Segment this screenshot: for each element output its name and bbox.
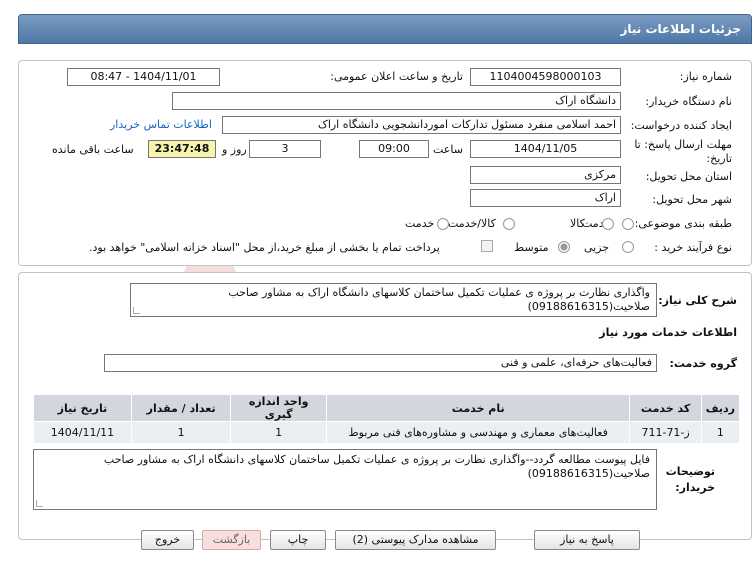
city-field: اراک xyxy=(470,189,621,207)
column-header-service-code: کد خدمت xyxy=(629,394,702,422)
cell-service-name: فعالیت‌های معماری و مهندسی و مشاوره‌های … xyxy=(325,421,631,444)
days-label: روز و xyxy=(222,143,247,156)
cell-service-code: ز-71-711 xyxy=(629,421,702,444)
process-option-medium: متوسط xyxy=(514,241,549,254)
cell-quantity: 1 xyxy=(130,421,232,444)
buyer-notes-label-2: خریدار: xyxy=(675,481,715,494)
cell-need-date: 1404/11/11 xyxy=(33,421,132,444)
table-header-row: ردیف کد خدمت نام خدمت واحد اندازه گیری ت… xyxy=(33,394,741,422)
category-label: طبقه بندی موضوعی: xyxy=(634,217,732,230)
category-radio-service-selected[interactable] xyxy=(437,218,449,230)
deadline-label: مهلت ارسال پاسخ: تا xyxy=(634,138,732,151)
column-header-row-number: ردیف xyxy=(700,394,741,422)
deadline-date-field: 1404/11/05 xyxy=(470,140,621,158)
column-header-service-name: نام خدمت xyxy=(325,394,631,422)
cell-unit: 1 xyxy=(230,421,327,444)
buyer-notes-text: فایل پیوست مطالعه گردد--واگذاری نظارت بر… xyxy=(103,453,650,480)
buyer-label: نام دستگاه خریدار: xyxy=(645,95,732,108)
category-option-goods-service: کالا/خدمت xyxy=(448,217,496,230)
category-option-service-selected: خدمت xyxy=(405,217,435,230)
remaining-time-label: ساعت باقی مانده xyxy=(52,143,134,156)
announce-date-label: تاریخ و ساعت اعلان عمومی: xyxy=(330,70,463,83)
remaining-days-field: 3 xyxy=(249,140,321,158)
remaining-time-timer: 23:47:48 xyxy=(148,140,216,158)
window-title-bar: جزئیات اطلاعات نیاز xyxy=(18,14,752,44)
deadline-hour-label: ساعت xyxy=(433,143,463,156)
column-header-quantity: تعداد / مقدار xyxy=(130,394,232,422)
table-row: 1 ز-71-711 فعالیت‌های معماری و مهندسی و … xyxy=(33,421,741,444)
back-button[interactable]: بازگشت xyxy=(202,530,261,550)
need-number-field: 1104004598000103 xyxy=(470,68,621,86)
category-option-goods: کالا xyxy=(570,217,585,230)
buyer-contact-link[interactable]: اطلاعات تماس خریدار xyxy=(110,118,212,131)
summary-textarea: واگذاری نظارت بر پروژه ی عملیات تکمیل سا… xyxy=(130,283,657,317)
reply-to-need-button[interactable]: پاسخ به نیاز xyxy=(534,530,640,550)
services-table: ردیف کد خدمت نام خدمت واحد اندازه گیری ت… xyxy=(33,394,741,444)
category-radio-goods-service[interactable] xyxy=(503,218,515,230)
need-info-panel xyxy=(18,60,752,266)
province-label: استان محل تحویل: xyxy=(645,170,732,183)
cell-row-number: 1 xyxy=(700,421,741,444)
deadline-label-date: تاریخ: xyxy=(706,152,732,165)
creator-field: احمد اسلامی منفرد مسئول تدارکات اموردانش… xyxy=(222,116,621,134)
creator-label: ایجاد کننده درخواست: xyxy=(630,119,732,132)
notes-resize-grip[interactable] xyxy=(36,500,43,507)
services-section-title: اطلاعات خدمات مورد نیاز xyxy=(599,326,737,339)
process-radio-medium[interactable] xyxy=(558,241,570,253)
view-attachments-button[interactable]: مشاهده مدارک پیوستی (2) xyxy=(335,530,496,550)
summary-label: شرح کلی نیاز: xyxy=(658,294,737,307)
category-radio-goods[interactable] xyxy=(602,218,614,230)
need-number-label: شماره نیاز: xyxy=(679,70,732,83)
buyer-notes-label: توضیحات xyxy=(665,465,715,478)
exit-button[interactable]: خروج xyxy=(141,530,194,550)
process-radio-minor[interactable] xyxy=(622,241,634,253)
treasury-payment-checkbox[interactable] xyxy=(481,240,493,252)
province-field: مرکزی xyxy=(470,166,621,184)
window-title: جزئیات اطلاعات نیاز xyxy=(620,22,741,36)
buyer-notes-textarea: فایل پیوست مطالعه گردد--واگذاری نظارت بر… xyxy=(33,449,657,510)
deadline-hour-field: 09:00 xyxy=(359,140,429,158)
city-label: شهر محل تحویل: xyxy=(652,193,732,206)
resize-grip[interactable] xyxy=(133,307,140,314)
treasury-payment-note: پرداخت تمام یا بخشی از مبلغ خرید،از محل … xyxy=(89,241,440,254)
summary-text: واگذاری نظارت بر پروژه ی عملیات تکمیل سا… xyxy=(228,286,650,313)
category-radio-service[interactable] xyxy=(622,218,634,230)
process-type-label: نوع فرآیند خرید : xyxy=(654,241,732,254)
service-group-label: گروه خدمت: xyxy=(669,357,737,370)
process-option-minor: جزیی xyxy=(584,241,610,254)
service-group-field: فعالیت‌های حرفه‌ای، علمی و فنی xyxy=(104,354,657,372)
announce-date-field: 1404/11/01 - 08:47 xyxy=(67,68,220,86)
print-button[interactable]: چاپ xyxy=(270,530,326,550)
column-header-unit: واحد اندازه گیری xyxy=(230,394,327,422)
column-header-need-date: تاریخ نیاز xyxy=(33,394,132,422)
buyer-field: دانشگاه اراک xyxy=(172,92,621,110)
